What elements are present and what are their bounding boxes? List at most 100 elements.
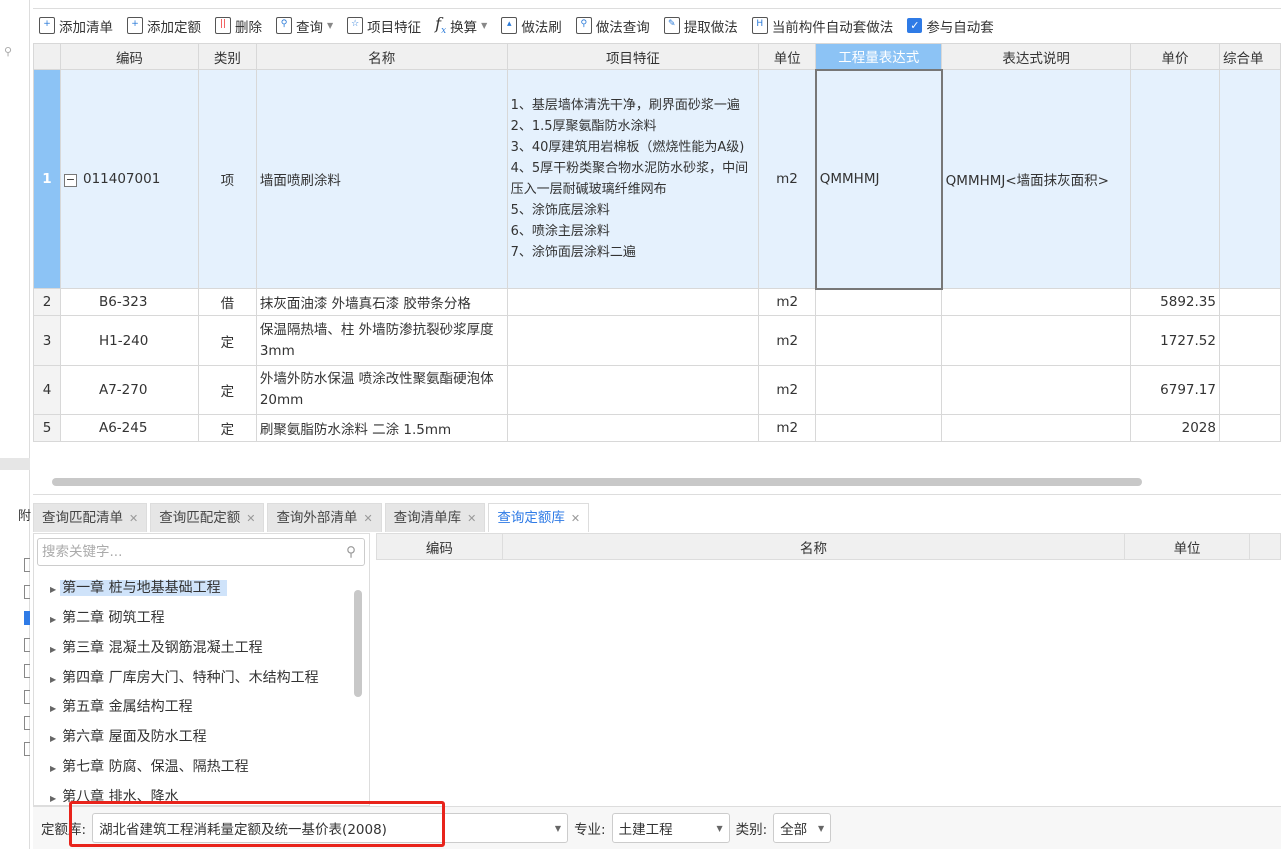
- unit-cell[interactable]: m2: [758, 315, 817, 366]
- code-cell[interactable]: A6-245: [59, 414, 199, 442]
- col-header-expr-desc[interactable]: 表达式说明: [941, 43, 1132, 70]
- search-icon[interactable]: ⚲: [346, 539, 356, 565]
- tree-item[interactable]: ▶ 第七章 防腐、保温、隔热工程: [50, 754, 249, 780]
- price-cell[interactable]: 5892.35: [1130, 288, 1220, 316]
- col-header-code[interactable]: 编码: [59, 43, 199, 70]
- col-header-name[interactable]: 名称: [255, 43, 508, 70]
- price-cell[interactable]: 1727.52: [1130, 315, 1220, 366]
- col-header-unit[interactable]: 单位: [1124, 533, 1250, 560]
- convert-button[interactable]: fx 换算 ▼: [435, 14, 487, 36]
- col-header-code[interactable]: 编码: [376, 533, 503, 560]
- auto-apply-button[interactable]: H 当前构件自动套做法: [751, 16, 893, 36]
- table-row[interactable]: 2 B6-323 借 抹灰面油漆 外墙真石漆 胶带条分格 m2 5892.35: [33, 288, 1281, 316]
- tab-quota-library[interactable]: 查询定额库 ✕: [488, 503, 590, 532]
- type-cell[interactable]: 定: [197, 315, 257, 366]
- type-cell[interactable]: 定: [197, 414, 257, 442]
- total-price-cell[interactable]: [1218, 69, 1281, 289]
- row-number[interactable]: 1: [33, 69, 61, 289]
- expression-cell[interactable]: [815, 365, 943, 415]
- feature-cell[interactable]: [506, 315, 760, 366]
- feature-cell[interactable]: [506, 365, 760, 415]
- tree-item[interactable]: ▶ 第一章 桩与地基基础工程: [50, 575, 227, 601]
- search-icon[interactable]: ⚲: [4, 45, 26, 65]
- extract-method-button[interactable]: ✎ 提取做法: [663, 16, 738, 36]
- table-row[interactable]: 3 H1-240 定 保温隔热墙、柱 外墙防渗抗裂砂浆厚度3mm m2 1727…: [33, 315, 1281, 366]
- expand-icon[interactable]: ▶: [50, 645, 56, 654]
- col-header-feature[interactable]: 项目特征: [506, 43, 760, 70]
- expression-cell[interactable]: [815, 315, 943, 366]
- code-cell[interactable]: B6-323: [59, 288, 199, 316]
- feature-cell[interactable]: [506, 414, 760, 442]
- tab-match-list[interactable]: 查询匹配清单 ✕: [33, 503, 148, 532]
- expand-icon[interactable]: ▶: [50, 585, 56, 594]
- code-cell[interactable]: H1-240: [59, 315, 199, 366]
- tree-item[interactable]: ▶ 第四章 厂库房大门、特种门、木结构工程: [50, 665, 319, 691]
- col-header-expression[interactable]: 工程量表达式: [815, 43, 943, 70]
- method-brush-button[interactable]: ▴ 做法刷: [501, 16, 562, 36]
- row-number[interactable]: 4: [33, 365, 61, 415]
- tree-item[interactable]: ▶ 第六章 屋面及防水工程: [50, 724, 207, 750]
- expr-desc-cell[interactable]: QMMHMJ<墙面抹灰面积>: [941, 69, 1132, 289]
- major-select[interactable]: 土建工程 ▼: [611, 813, 730, 843]
- close-icon[interactable]: ✕: [467, 512, 476, 525]
- row-number[interactable]: 5: [33, 414, 61, 442]
- expand-icon[interactable]: ▶: [50, 764, 56, 773]
- close-icon[interactable]: ✕: [129, 512, 138, 525]
- tab-list-library[interactable]: 查询清单库 ✕: [384, 503, 486, 532]
- unit-cell[interactable]: m2: [758, 365, 817, 415]
- price-cell[interactable]: 6797.17: [1130, 365, 1220, 415]
- search-input[interactable]: 搜索关键字... ⚲: [37, 538, 365, 566]
- name-cell[interactable]: 外墙外防水保温 喷涂改性聚氨酯硬泡体 20mm: [255, 365, 508, 415]
- add-quota-button[interactable]: + 添加定额: [127, 16, 201, 36]
- close-icon[interactable]: ✕: [246, 512, 255, 525]
- col-header-total-price[interactable]: 综合单: [1218, 43, 1281, 70]
- expression-cell[interactable]: QMMHMJ: [814, 68, 943, 290]
- expr-desc-cell[interactable]: [941, 288, 1132, 316]
- table-row[interactable]: 1 −011407001 项 墙面喷刷涂料 1、基层墙体清洗干净，刷界面砂浆一遍…: [33, 68, 1281, 290]
- expression-cell[interactable]: [815, 414, 943, 442]
- category-select[interactable]: 全部 ▼: [773, 813, 832, 843]
- price-cell[interactable]: 2028: [1130, 414, 1220, 442]
- delete-button[interactable]: || 删除: [215, 16, 262, 36]
- expand-icon[interactable]: ▶: [50, 794, 56, 803]
- collapse-icon[interactable]: −: [63, 174, 77, 187]
- type-cell[interactable]: 定: [197, 365, 257, 415]
- col-header-type[interactable]: 类别: [197, 43, 257, 70]
- col-header-name[interactable]: 名称: [501, 533, 1126, 560]
- tab-external-list[interactable]: 查询外部清单 ✕: [267, 503, 382, 532]
- feature-cell[interactable]: [506, 288, 760, 316]
- total-price-cell[interactable]: [1218, 414, 1281, 442]
- expr-desc-cell[interactable]: [941, 414, 1132, 442]
- total-price-cell[interactable]: [1218, 365, 1281, 415]
- total-price-cell[interactable]: [1218, 315, 1281, 366]
- table-row[interactable]: 4 A7-270 定 外墙外防水保温 喷涂改性聚氨酯硬泡体 20mm m2 67…: [33, 365, 1281, 415]
- row-number[interactable]: 2: [33, 288, 61, 316]
- checkbox[interactable]: [24, 611, 30, 625]
- expand-icon[interactable]: ▶: [50, 734, 56, 743]
- expand-icon[interactable]: ▶: [50, 704, 56, 713]
- price-cell[interactable]: [1130, 69, 1220, 289]
- type-cell[interactable]: 借: [197, 288, 257, 316]
- tab-match-quota[interactable]: 查询匹配定额 ✕: [150, 503, 265, 532]
- method-query-button[interactable]: ⚲ 做法查询: [575, 16, 650, 36]
- col-header-unit[interactable]: 单位: [758, 43, 817, 70]
- unit-cell[interactable]: m2: [758, 414, 817, 442]
- unit-cell[interactable]: m2: [758, 288, 817, 316]
- auto-apply-checkbox[interactable]: ✓ 参与自动套: [907, 16, 994, 36]
- code-cell[interactable]: −011407001: [59, 69, 199, 289]
- expr-desc-cell[interactable]: [941, 365, 1132, 415]
- type-cell[interactable]: 项: [197, 69, 257, 289]
- close-icon[interactable]: ✕: [363, 512, 372, 525]
- close-icon[interactable]: ✕: [571, 512, 580, 525]
- expand-icon[interactable]: ▶: [50, 615, 56, 624]
- row-number[interactable]: 3: [33, 315, 61, 366]
- feature-cell[interactable]: 1、基层墙体清洗干净，刷界面砂浆一遍 2、1.5厚聚氨酯防水涂料 3、40厚建筑…: [506, 69, 760, 289]
- name-cell[interactable]: 抹灰面油漆 外墙真石漆 胶带条分格: [255, 288, 508, 316]
- name-cell[interactable]: 刷聚氨脂防水涂料 二涂 1.5mm: [255, 414, 508, 442]
- horizontal-scrollbar[interactable]: [52, 478, 1142, 486]
- tree-item[interactable]: ▶ 第五章 金属结构工程: [50, 694, 193, 720]
- unit-cell[interactable]: m2: [758, 69, 817, 289]
- expand-icon[interactable]: ▶: [50, 675, 56, 684]
- code-cell[interactable]: A7-270: [59, 365, 199, 415]
- vertical-scrollbar[interactable]: [354, 590, 362, 697]
